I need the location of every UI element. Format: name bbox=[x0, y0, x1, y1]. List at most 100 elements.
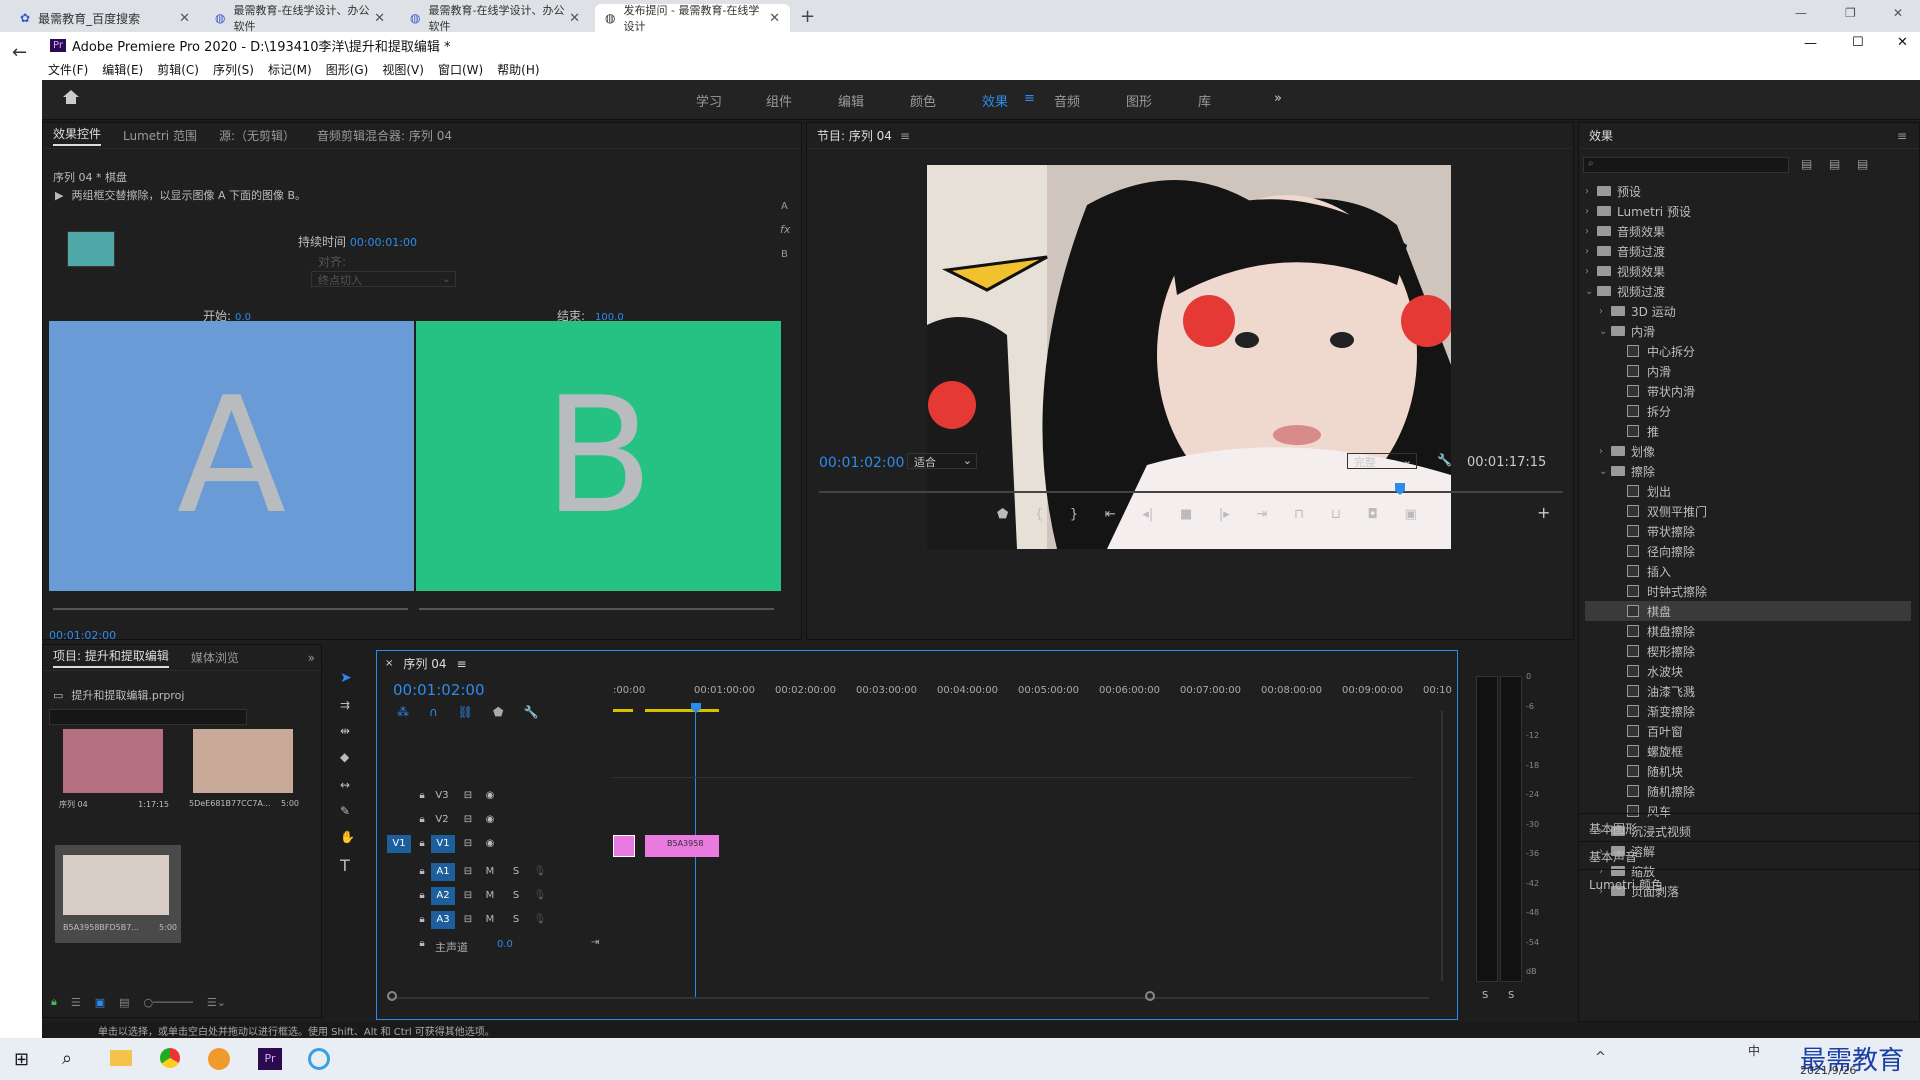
work-area-bar-2[interactable] bbox=[645, 709, 719, 712]
go-to-in-icon[interactable]: ⇤ bbox=[1105, 507, 1116, 522]
minimize-button[interactable]: — bbox=[1795, 6, 1807, 20]
close-window-button[interactable]: ✕ bbox=[1893, 6, 1903, 20]
add-marker-icon[interactable]: ⬟ bbox=[493, 705, 503, 719]
menu-window[interactable]: 窗口(W) bbox=[438, 61, 483, 78]
snap-icon[interactable]: ∩ bbox=[429, 705, 438, 719]
workspace-effects[interactable]: 效果 bbox=[982, 91, 1008, 110]
hand-tool-icon[interactable]: ✋ bbox=[340, 830, 355, 844]
track-label[interactable]: A2 bbox=[431, 887, 455, 905]
chevron-right-icon[interactable]: › bbox=[1585, 266, 1597, 277]
effect-item[interactable]: 径向擦除 bbox=[1585, 541, 1911, 561]
zoom-fit-dropdown[interactable]: 适合 ⌄ bbox=[907, 453, 977, 469]
workspace-color[interactable]: 颜色 bbox=[910, 91, 936, 110]
effect-item[interactable]: 时钟式擦除 bbox=[1585, 581, 1911, 601]
effect-item[interactable]: 随机块 bbox=[1585, 761, 1911, 781]
timeline-tab[interactable]: × 序列 04 ≡ bbox=[385, 655, 467, 672]
more-workspaces-icon[interactable]: » bbox=[1274, 91, 1282, 106]
play-preview-icon[interactable]: ▶ bbox=[55, 189, 63, 202]
effect-item[interactable]: 棋盘 bbox=[1585, 601, 1911, 621]
chevron-right-icon[interactable]: › bbox=[1599, 306, 1611, 317]
menu-graphics[interactable]: 图形(G) bbox=[326, 61, 369, 78]
new-tab-button[interactable]: + bbox=[800, 6, 815, 27]
search-icon[interactable]: ⌕ bbox=[62, 1048, 72, 1069]
selection-tool-icon[interactable]: ➤ bbox=[340, 670, 352, 686]
tab-effect-controls[interactable]: 效果控件 bbox=[53, 125, 102, 146]
razor-tool-icon[interactable]: ◆ bbox=[340, 750, 349, 764]
panel-menu-icon[interactable]: ≡ bbox=[1897, 129, 1907, 143]
menu-edit[interactable]: 编辑(E) bbox=[102, 61, 143, 78]
effect-item[interactable]: 楔形擦除 bbox=[1585, 641, 1911, 661]
insert-nest-icon[interactable]: ⁂ bbox=[397, 705, 409, 719]
step-forward-icon[interactable]: |▸ bbox=[1219, 507, 1230, 522]
tab-audio-clip-mixer[interactable]: 音频剪辑混合器: 序列 04 bbox=[317, 127, 452, 144]
effects-folder[interactable]: › 预设 bbox=[1585, 181, 1911, 201]
track-label[interactable]: V3 bbox=[433, 787, 451, 805]
workspace-assembly[interactable]: 组件 bbox=[766, 91, 792, 110]
effect-item[interactable]: 随机擦除 bbox=[1585, 781, 1911, 801]
track-label[interactable]: V1 bbox=[431, 835, 455, 853]
effect-item[interactable]: 双侧平推门 bbox=[1585, 501, 1911, 521]
lock-icon[interactable]: 🔒︎ bbox=[413, 811, 431, 829]
effects-folder[interactable]: › 音频效果 bbox=[1585, 221, 1911, 241]
clip-video[interactable] bbox=[613, 835, 635, 857]
tray-chevron-icon[interactable]: ^ bbox=[1595, 1050, 1606, 1065]
minimize-button[interactable]: — bbox=[1804, 36, 1817, 51]
timeline-timecode[interactable]: 00:01:02:00 bbox=[393, 681, 485, 699]
work-area-bar[interactable] bbox=[613, 709, 633, 712]
close-icon[interactable]: × bbox=[385, 658, 393, 669]
solo-button[interactable]: S bbox=[507, 863, 525, 881]
browser-tab[interactable]: ◍ 最需教育-在线学设计、办公软件 ✕ bbox=[205, 4, 395, 33]
chevron-right-icon[interactable]: › bbox=[1585, 246, 1597, 257]
browser-app-icon[interactable] bbox=[208, 1048, 230, 1070]
menu-marker[interactable]: 标记(M) bbox=[268, 61, 312, 78]
mic-icon[interactable]: 🎙︎ bbox=[531, 911, 549, 929]
horizontal-zoom-scroll[interactable] bbox=[389, 997, 1429, 999]
slip-tool-icon[interactable]: ↔ bbox=[340, 778, 350, 792]
effect-item[interactable]: 百叶窗 bbox=[1585, 721, 1911, 741]
lock-icon[interactable]: 🔒︎ bbox=[413, 935, 431, 953]
show-a-icon[interactable]: A bbox=[781, 201, 788, 212]
mark-out-icon[interactable]: } bbox=[1070, 507, 1078, 522]
effect-item[interactable]: 划出 bbox=[1585, 481, 1911, 501]
effect-item[interactable]: 推 bbox=[1585, 421, 1911, 441]
effects-folder[interactable]: ⌄ 内滑 bbox=[1585, 321, 1911, 341]
workspace-editing[interactable]: 编辑 bbox=[838, 91, 864, 110]
scroll-handle-left[interactable] bbox=[387, 991, 397, 1001]
menu-clip[interactable]: 剪辑(C) bbox=[157, 61, 199, 78]
clip-video-main[interactable]: B5A3958 bbox=[645, 835, 719, 857]
chrome-icon[interactable] bbox=[160, 1048, 180, 1068]
effect-item[interactable]: 内滑 bbox=[1585, 361, 1911, 381]
project-item[interactable]: 序列 04 1:17:15 bbox=[59, 729, 169, 825]
close-icon[interactable]: ✕ bbox=[569, 11, 580, 26]
effect-item[interactable]: 拆分 bbox=[1585, 401, 1911, 421]
maximize-button[interactable]: ☐ bbox=[1852, 35, 1864, 50]
go-to-out-icon[interactable]: ⇥ bbox=[1256, 507, 1267, 522]
freeform-view-icon[interactable]: ▤ bbox=[119, 996, 129, 1009]
alignment-dropdown[interactable]: 终点切入 ⌄ bbox=[311, 271, 456, 287]
chevron-down-icon[interactable]: ⌄ bbox=[1599, 326, 1611, 337]
time-ruler[interactable]: :00:00 00:01:00:00 00:02:00:00 00:03:00:00 0… bbox=[613, 685, 1452, 705]
sync-lock-icon[interactable]: ⊟ bbox=[459, 887, 477, 905]
effect-item[interactable]: 带状擦除 bbox=[1585, 521, 1911, 541]
playhead-timecode[interactable]: 00:01:02:00 bbox=[819, 455, 904, 471]
vertical-scrollbar[interactable] bbox=[1441, 711, 1443, 981]
project-search-input[interactable] bbox=[49, 709, 247, 725]
eye-icon[interactable]: ◉ bbox=[481, 835, 499, 853]
32bit-effects-icon[interactable]: ▤ bbox=[1829, 157, 1840, 171]
master-volume[interactable]: 0.0 bbox=[497, 939, 513, 950]
linked-selection-icon[interactable]: ⛓ bbox=[458, 705, 473, 719]
section-essential-sound[interactable]: 基本声音 bbox=[1579, 841, 1919, 865]
accelerated-effects-icon[interactable]: ▤ bbox=[1801, 157, 1812, 171]
type-tool-icon[interactable]: T bbox=[340, 856, 350, 875]
effect-item[interactable]: 渐变擦除 bbox=[1585, 701, 1911, 721]
add-marker-icon[interactable]: ⬟ bbox=[997, 507, 1008, 522]
duration-value[interactable]: 00:00:01:00 bbox=[350, 236, 417, 249]
icon-view-icon[interactable]: ▣ bbox=[95, 996, 105, 1009]
track-label[interactable]: A3 bbox=[431, 911, 455, 929]
mic-icon[interactable]: 🎙︎ bbox=[531, 863, 549, 881]
close-icon[interactable]: ✕ bbox=[769, 11, 780, 26]
workspace-learning[interactable]: 学习 bbox=[696, 91, 722, 110]
lift-icon[interactable]: ⊓ bbox=[1294, 507, 1304, 522]
pen-tool-icon[interactable]: ✎ bbox=[340, 804, 350, 818]
end-slider[interactable] bbox=[419, 608, 774, 610]
